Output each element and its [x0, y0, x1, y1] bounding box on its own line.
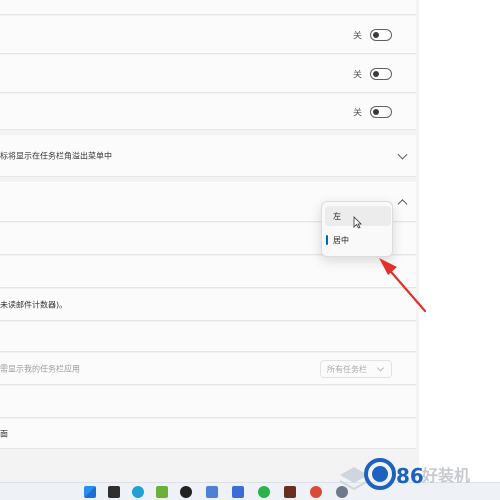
task-view-icon[interactable] — [108, 486, 120, 498]
watermark-text: 好装机 — [421, 466, 470, 485]
qq-icon[interactable] — [180, 486, 192, 498]
annotation-arrow-icon — [379, 258, 427, 313]
game-icon[interactable] — [284, 486, 296, 498]
edge-browser-icon[interactable] — [132, 486, 144, 498]
media-app-icon[interactable] — [310, 486, 322, 498]
watermark-logo: 86 好装机 — [339, 458, 470, 491]
browser-icon[interactable] — [232, 486, 244, 498]
start-icon[interactable] — [84, 486, 96, 498]
wechat-icon[interactable] — [258, 486, 270, 498]
svg-text:86: 86 — [396, 464, 424, 488]
app-icon-blue[interactable] — [206, 486, 218, 498]
file-explorer-icon[interactable] — [156, 486, 168, 498]
